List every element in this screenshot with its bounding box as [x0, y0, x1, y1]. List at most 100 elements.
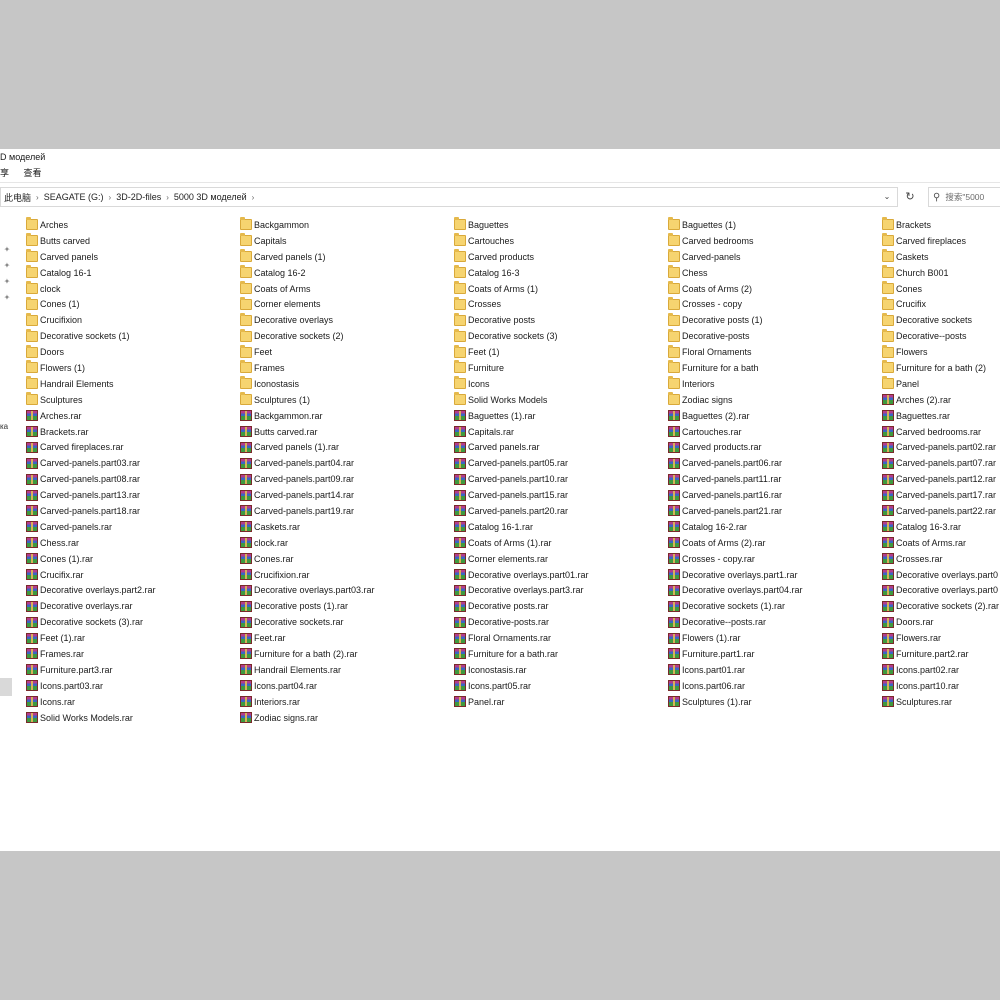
folder-item[interactable]: Butts carved: [26, 233, 240, 249]
archive-file-item[interactable]: Icons.part04.rar: [240, 678, 454, 694]
archive-file-item[interactable]: Sculptures.rar: [882, 694, 1000, 710]
folder-item[interactable]: Panel: [882, 376, 1000, 392]
folder-item[interactable]: Catalog 16-3: [454, 265, 668, 281]
archive-file-item[interactable]: Interiors.rar: [240, 694, 454, 710]
archive-file-item[interactable]: Arches.rar: [26, 408, 240, 424]
archive-file-item[interactable]: Furniture for a bath.rar: [454, 646, 668, 662]
folder-item[interactable]: Catalog 16-1: [26, 265, 240, 281]
archive-file-item[interactable]: Decorative overlays.part1.rar: [668, 567, 882, 583]
archive-file-item[interactable]: Cartouches.rar: [668, 424, 882, 440]
folder-item[interactable]: Coats of Arms (2): [668, 281, 882, 297]
folder-item[interactable]: Sculptures: [26, 392, 240, 408]
breadcrumb-drive[interactable]: SEAGATE (G:): [41, 192, 107, 202]
archive-file-item[interactable]: Icons.part10.rar: [882, 678, 1000, 694]
archive-file-item[interactable]: Carved-panels.rar: [26, 519, 240, 535]
folder-item[interactable]: Zodiac signs: [668, 392, 882, 408]
folder-item[interactable]: Crucifix: [882, 296, 1000, 312]
archive-file-item[interactable]: Coats of Arms (2).rar: [668, 535, 882, 551]
folder-item[interactable]: Furniture: [454, 360, 668, 376]
breadcrumb-this-pc[interactable]: 此电脑: [1, 191, 34, 204]
archive-file-item[interactable]: Carved-panels.part05.rar: [454, 455, 668, 471]
archive-file-item[interactable]: Icons.part05.rar: [454, 678, 668, 694]
folder-item[interactable]: Decorative overlays: [240, 312, 454, 328]
archive-file-item[interactable]: Carved-panels.part18.rar: [26, 503, 240, 519]
folder-item[interactable]: Cones: [882, 281, 1000, 297]
archive-file-item[interactable]: Backgammon.rar: [240, 408, 454, 424]
archive-file-item[interactable]: Decorative sockets (2).rar: [882, 598, 1000, 614]
folder-item[interactable]: Backgammon: [240, 217, 454, 233]
archive-file-item[interactable]: Carved-panels.part21.rar: [668, 503, 882, 519]
archive-file-item[interactable]: Carved-panels.part10.rar: [454, 471, 668, 487]
archive-file-item[interactable]: Chess.rar: [26, 535, 240, 551]
pin-icon[interactable]: ✦: [2, 277, 12, 287]
archive-file-item[interactable]: Carved-panels.part19.rar: [240, 503, 454, 519]
archive-file-item[interactable]: Decorative overlays.part2.rar: [26, 582, 240, 598]
archive-file-item[interactable]: Carved-panels.part12.rar: [882, 471, 1000, 487]
archive-file-item[interactable]: Carved-panels.part14.rar: [240, 487, 454, 503]
archive-file-item[interactable]: Flowers.rar: [882, 630, 1000, 646]
folder-item[interactable]: Carved products: [454, 249, 668, 265]
archive-file-item[interactable]: Furniture.part3.rar: [26, 662, 240, 678]
archive-file-item[interactable]: Icons.part06.rar: [668, 678, 882, 694]
archive-file-item[interactable]: Carved-panels.part03.rar: [26, 455, 240, 471]
folder-item[interactable]: Cartouches: [454, 233, 668, 249]
folder-item[interactable]: Carved-panels: [668, 249, 882, 265]
folder-item[interactable]: Decorative posts (1): [668, 312, 882, 328]
archive-file-item[interactable]: Furniture.part2.rar: [882, 646, 1000, 662]
chevron-down-icon[interactable]: ⌄: [881, 191, 893, 203]
archive-file-item[interactable]: Caskets.rar: [240, 519, 454, 535]
archive-file-item[interactable]: Coats of Arms (1).rar: [454, 535, 668, 551]
archive-file-item[interactable]: Coats of Arms.rar: [882, 535, 1000, 551]
folder-item[interactable]: Sculptures (1): [240, 392, 454, 408]
archive-file-item[interactable]: Icons.part03.rar: [26, 678, 240, 694]
archive-file-item[interactable]: Baguettes (2).rar: [668, 408, 882, 424]
folder-item[interactable]: Feet (1): [454, 344, 668, 360]
folder-item[interactable]: Baguettes (1): [668, 217, 882, 233]
archive-file-item[interactable]: Decorative sockets (1).rar: [668, 598, 882, 614]
archive-file-item[interactable]: Arches (2).rar: [882, 392, 1000, 408]
archive-file-item[interactable]: Crucifix.rar: [26, 567, 240, 583]
archive-file-item[interactable]: Carved fireplaces.rar: [26, 439, 240, 455]
folder-item[interactable]: Decorative sockets (2): [240, 328, 454, 344]
folder-item[interactable]: Solid Works Models: [454, 392, 668, 408]
folder-item[interactable]: Carved bedrooms: [668, 233, 882, 249]
archive-file-item[interactable]: Carved-panels.part22.rar: [882, 503, 1000, 519]
archive-file-item[interactable]: Decorative overlays.rar: [26, 598, 240, 614]
menu-item-share[interactable]: 享: [0, 168, 9, 178]
archive-file-item[interactable]: Icons.part02.rar: [882, 662, 1000, 678]
folder-item[interactable]: Church B001: [882, 265, 1000, 281]
folder-item[interactable]: Chess: [668, 265, 882, 281]
breadcrumb-folder[interactable]: 3D-2D-files: [113, 192, 164, 202]
folder-item[interactable]: Capitals: [240, 233, 454, 249]
folder-item[interactable]: Decorative sockets (1): [26, 328, 240, 344]
archive-file-item[interactable]: Decorative overlays.part3.rar: [454, 582, 668, 598]
folder-item[interactable]: Catalog 16-2: [240, 265, 454, 281]
archive-file-item[interactable]: Icons.part01.rar: [668, 662, 882, 678]
folder-item[interactable]: Baguettes: [454, 217, 668, 233]
archive-file-item[interactable]: clock.rar: [240, 535, 454, 551]
archive-file-item[interactable]: Carved-panels.part20.rar: [454, 503, 668, 519]
archive-file-item[interactable]: Decorative posts.rar: [454, 598, 668, 614]
archive-file-item[interactable]: Decorative overlays.part01.rar: [454, 567, 668, 583]
folder-item[interactable]: Carved panels: [26, 249, 240, 265]
folder-item[interactable]: Crosses - copy: [668, 296, 882, 312]
archive-file-item[interactable]: Carved products.rar: [668, 439, 882, 455]
archive-file-item[interactable]: Panel.rar: [454, 694, 668, 710]
archive-file-item[interactable]: Carved-panels.part02.rar: [882, 439, 1000, 455]
archive-file-item[interactable]: Carved-panels.part06.rar: [668, 455, 882, 471]
archive-file-item[interactable]: Brackets.rar: [26, 424, 240, 440]
folder-item[interactable]: Crosses: [454, 296, 668, 312]
archive-file-item[interactable]: Carved bedrooms.rar: [882, 424, 1000, 440]
folder-item[interactable]: Iconostasis: [240, 376, 454, 392]
folder-item[interactable]: Floral Ornaments: [668, 344, 882, 360]
breadcrumb-current[interactable]: 5000 3D моделей: [171, 192, 250, 202]
archive-file-item[interactable]: Catalog 16-1.rar: [454, 519, 668, 535]
pin-icon[interactable]: ✦: [2, 261, 12, 271]
archive-file-item[interactable]: Carved-panels.part08.rar: [26, 471, 240, 487]
search-input[interactable]: ⚲ 搜索"5000: [928, 187, 1000, 207]
archive-file-item[interactable]: Handrail Elements.rar: [240, 662, 454, 678]
archive-file-item[interactable]: Furniture for a bath (2).rar: [240, 646, 454, 662]
chevron-right-icon[interactable]: ›: [34, 193, 41, 202]
archive-file-item[interactable]: Decorative sockets (3).rar: [26, 614, 240, 630]
archive-file-item[interactable]: Decorative overlays.part03.rar: [240, 582, 454, 598]
